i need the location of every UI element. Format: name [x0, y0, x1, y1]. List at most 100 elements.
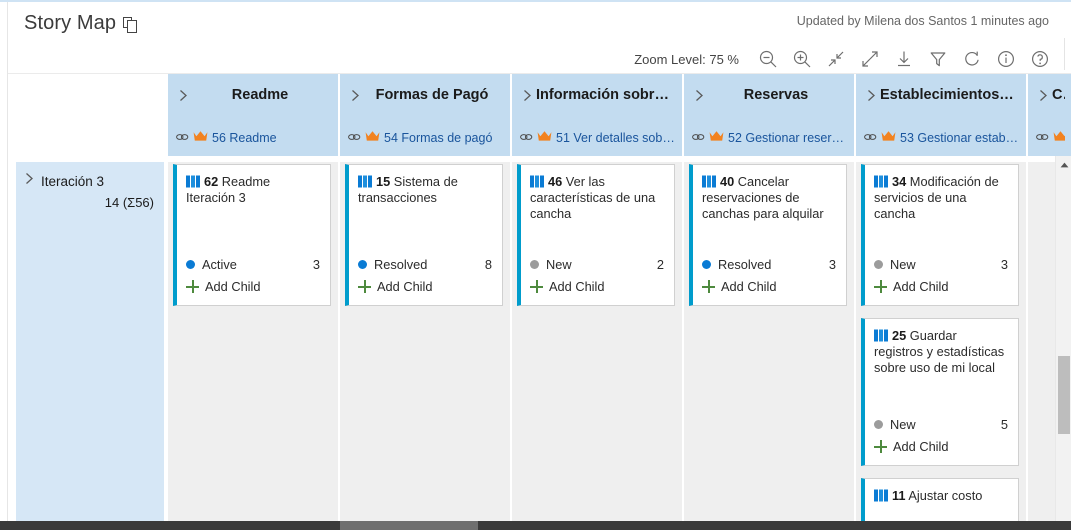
card-title: 25 Guardar registros y estadísticas sobr… [874, 328, 1008, 376]
story-card[interactable]: 46 Ver las características de una cancha… [517, 164, 675, 306]
refresh-icon[interactable] [955, 46, 989, 72]
epic-crown-icon [1053, 129, 1065, 147]
card-id[interactable]: 11 [892, 488, 906, 503]
add-child-button[interactable]: Add Child [874, 436, 1008, 457]
horizontal-scrollbar-thumb[interactable] [340, 521, 478, 530]
story-card[interactable]: 34 Modificación de servicios de una canc… [861, 164, 1019, 306]
card-child-count: 5 [1000, 416, 1008, 432]
chevron-right-icon[interactable] [174, 89, 192, 102]
swimlane-row-area: Iteración 3 14 (Σ56) 62 Readme Iteración… [8, 156, 1071, 530]
card-id[interactable]: 46 [548, 174, 562, 189]
card-state-label: Active [202, 256, 237, 272]
zoom-out-icon[interactable] [751, 46, 785, 72]
add-child-button[interactable]: Add Child [530, 276, 664, 297]
card-state-row: Active 3 [186, 254, 320, 274]
card-id[interactable]: 62 [204, 174, 218, 189]
card-title: 62 Readme Iteración 3 [186, 174, 320, 206]
card-state-row: Resolved 3 [702, 254, 836, 274]
story-card[interactable]: 25 Guardar registros y estadísticas sobr… [861, 318, 1019, 466]
card-child-count: 3 [828, 256, 836, 272]
story-card[interactable]: 15 Sistema de transacciones Resolved 8 Add … [345, 164, 503, 306]
card-id[interactable]: 25 [892, 328, 906, 343]
card-id[interactable]: 34 [892, 174, 906, 189]
card-title-text[interactable]: Ajustar costo [908, 488, 982, 503]
title-row: Story Map [24, 12, 138, 35]
card-title: 15 Sistema de transacciones [358, 174, 492, 206]
card-id[interactable]: 15 [376, 174, 390, 189]
column-header[interactable]: C [1028, 74, 1071, 156]
card-child-count: 3 [312, 256, 320, 272]
epic-crown-icon [881, 129, 896, 147]
chevron-right-icon[interactable] [346, 89, 364, 102]
zoom-in-icon[interactable] [785, 46, 819, 72]
add-child-label: Add Child [893, 439, 949, 454]
plus-icon [874, 280, 887, 293]
zoom-level-label: Zoom Level: 75 % [634, 51, 739, 67]
column-header[interactable]: Formas de Pagó 54 Formas de pagó [340, 74, 512, 156]
link-icon [348, 129, 361, 147]
collapse-icon[interactable] [819, 46, 853, 72]
download-icon[interactable] [887, 46, 921, 72]
chevron-right-icon[interactable] [1034, 89, 1052, 102]
card-state-row: New 5 [874, 414, 1008, 434]
card-id[interactable]: 40 [720, 174, 734, 189]
add-child-button[interactable]: Add Child [702, 276, 836, 297]
horizontal-scrollbar[interactable] [0, 521, 1071, 530]
card-footer: New 3 Add Child [874, 254, 1008, 297]
row-header-top: Iteración 3 [16, 162, 164, 190]
card-child-count: 8 [484, 256, 492, 272]
story-card[interactable]: 62 Readme Iteración 3 Active 3 Add Child [173, 164, 331, 306]
vertical-scrollbar-thumb[interactable] [1058, 356, 1070, 434]
epic-crown-icon [193, 129, 208, 147]
add-child-button[interactable]: Add Child [186, 276, 320, 297]
link-icon [692, 129, 705, 147]
add-child-label: Add Child [377, 279, 433, 294]
card-state-label: New [890, 256, 916, 272]
plus-icon [358, 280, 371, 293]
card-state-label: New [546, 256, 572, 272]
add-child-button[interactable]: Add Child [358, 276, 492, 297]
chevron-right-icon[interactable] [24, 172, 35, 190]
card-child-count: 2 [656, 256, 664, 272]
epic-link[interactable]: 51 Ver detalles sobr... [556, 131, 676, 145]
row-header-label: Iteración 3 [41, 173, 105, 189]
epic-link[interactable]: 54 Formas de pagó [384, 131, 492, 145]
row-header-iteration[interactable]: Iteración 3 14 (Σ56) [16, 162, 164, 530]
card-title-text[interactable]: Sistema de transacciones [358, 174, 458, 205]
page-title: Story Map [24, 12, 117, 34]
epic-link[interactable]: 53 Gestionar estable... [900, 131, 1020, 145]
link-icon [864, 129, 877, 147]
chevron-right-icon[interactable] [690, 89, 708, 102]
epic-link[interactable]: 56 Readme [212, 131, 277, 145]
story-card[interactable]: 40 Cancelar reservaciones de canchas par… [689, 164, 847, 306]
state-dot-icon [358, 259, 367, 269]
card-footer: Resolved 8 Add Child [358, 254, 492, 297]
state-dot-icon [702, 259, 711, 269]
state-dot-icon [874, 419, 883, 429]
chevron-right-icon[interactable] [862, 89, 880, 102]
filter-icon[interactable] [921, 46, 955, 72]
column-header[interactable]: Información sobre c... 51 Ver detalles so… [512, 74, 684, 156]
card-state-row: New 3 [874, 254, 1008, 274]
card-child-count: 3 [1000, 256, 1008, 272]
column-header[interactable]: Reservas 52 Gestionar reserva... [684, 74, 856, 156]
scroll-up-arrow-icon[interactable] [1056, 158, 1071, 172]
add-child-label: Add Child [721, 279, 777, 294]
expand-icon[interactable] [853, 46, 887, 72]
row-header-count: 14 (Σ56) [104, 195, 154, 210]
vertical-scrollbar[interactable] [1055, 156, 1071, 523]
help-icon[interactable] [1023, 46, 1057, 72]
copy-icon[interactable] [123, 17, 138, 33]
state-dot-icon [874, 259, 883, 269]
chevron-right-icon[interactable] [518, 89, 536, 102]
card-footer: New 2 Add Child [530, 254, 664, 297]
column-header[interactable]: Establecimientos ofr... 53 Gestionar esta… [856, 74, 1028, 156]
info-icon[interactable] [989, 46, 1023, 72]
card-footer: New 5 Add Child [874, 414, 1008, 457]
plus-icon [186, 280, 199, 293]
toolbar-right-divider [1064, 38, 1065, 70]
link-icon [176, 129, 189, 147]
epic-link[interactable]: 52 Gestionar reserva... [728, 131, 848, 145]
add-child-button[interactable]: Add Child [874, 276, 1008, 297]
column-header[interactable]: Readme 56 Readme [168, 74, 340, 156]
